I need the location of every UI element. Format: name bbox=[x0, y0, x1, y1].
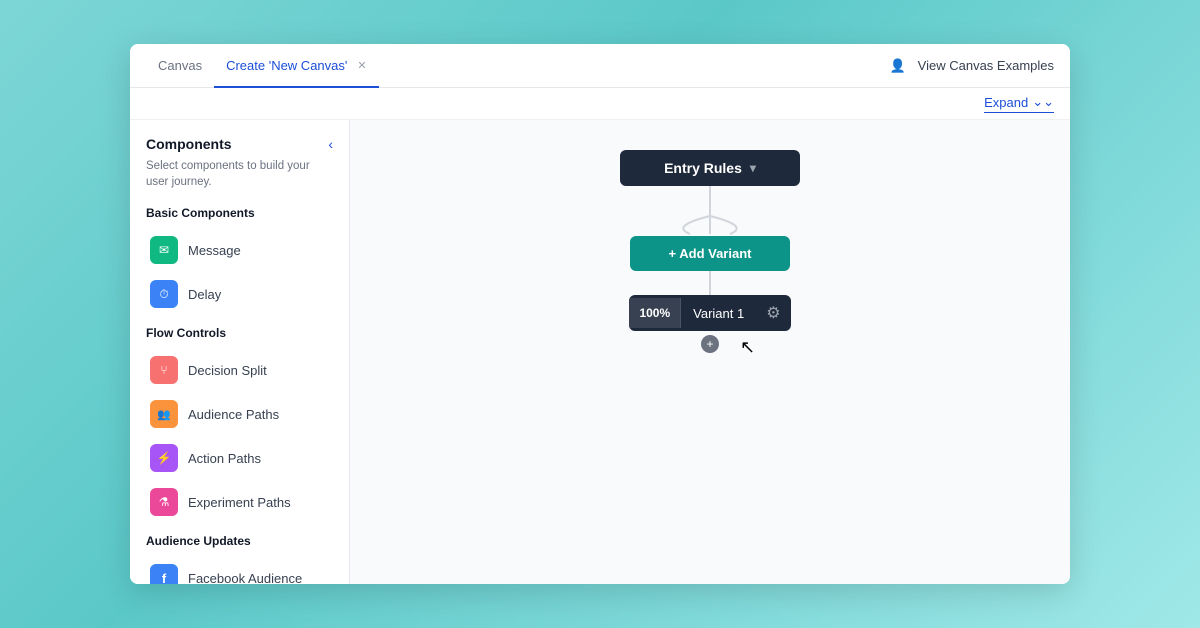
sidebar: Components ‹ Select components to build … bbox=[130, 120, 350, 584]
sidebar-description: Select components to build your user jou… bbox=[146, 158, 333, 190]
add-variant-button[interactable]: + Add Variant bbox=[630, 236, 790, 271]
tab-close-icon[interactable]: ✕ bbox=[357, 59, 366, 72]
expand-icon: ⌄⌄ bbox=[1032, 94, 1054, 110]
sidebar-header: Components ‹ bbox=[146, 136, 333, 152]
decision-split-label: Decision Split bbox=[188, 363, 267, 378]
sidebar-title: Components bbox=[146, 136, 232, 152]
fan-connector-svg bbox=[610, 206, 810, 236]
section-title-basic: Basic Components bbox=[146, 206, 333, 220]
experiment-paths-label: Experiment Paths bbox=[188, 495, 291, 510]
audience-paths-label: Audience Paths bbox=[188, 407, 279, 422]
section-title-flow: Flow Controls bbox=[146, 326, 333, 340]
audience-paths-icon: 👥 bbox=[150, 400, 178, 428]
variant-gear-icon[interactable]: ⚙ bbox=[756, 295, 790, 331]
action-paths-label: Action Paths bbox=[188, 451, 261, 466]
message-icon: ✉ bbox=[150, 236, 178, 264]
view-canvas-examples-link[interactable]: View Canvas Examples bbox=[918, 58, 1054, 73]
facebook-audience-label: Facebook Audience bbox=[188, 571, 302, 584]
main-content: Components ‹ Select components to build … bbox=[130, 120, 1070, 584]
user-icon: 👤 bbox=[889, 58, 905, 74]
canvas-area: Entry Rules ▾ + Add Variant bbox=[350, 120, 1070, 584]
add-variant-label: + Add Variant bbox=[669, 246, 752, 261]
sidebar-item-experiment-paths[interactable]: ⚗ Experiment Paths bbox=[146, 482, 333, 522]
sidebar-item-delay[interactable]: ⏱ Delay bbox=[146, 274, 333, 314]
tab-canvas[interactable]: Canvas bbox=[146, 45, 214, 88]
tab-canvas-label: Canvas bbox=[158, 58, 202, 73]
delay-icon: ⏱ bbox=[150, 280, 178, 308]
entry-rules-chevron-icon: ▾ bbox=[750, 161, 756, 175]
entry-rules-label: Entry Rules bbox=[664, 160, 742, 176]
tabs-container: Canvas Create 'New Canvas' ✕ bbox=[146, 44, 379, 87]
tab-bar: Canvas Create 'New Canvas' ✕ 👤 View Canv… bbox=[130, 44, 1070, 88]
sidebar-item-message[interactable]: ✉ Message bbox=[146, 230, 333, 270]
variant-add-step-button[interactable]: + bbox=[701, 335, 719, 353]
canvas-content: Entry Rules ▾ + Add Variant bbox=[610, 150, 810, 353]
tab-create-new-label: Create 'New Canvas' bbox=[226, 58, 347, 73]
decision-split-icon: ⑂ bbox=[150, 356, 178, 384]
action-paths-icon: ⚡ bbox=[150, 444, 178, 472]
expand-row: Expand ⌄⌄ bbox=[130, 88, 1070, 120]
message-label: Message bbox=[188, 243, 241, 258]
sidebar-item-audience-paths[interactable]: 👥 Audience Paths bbox=[146, 394, 333, 434]
variant-1-node[interactable]: 100% Variant 1 ⚙ bbox=[629, 295, 790, 331]
section-title-audience: Audience Updates bbox=[146, 534, 333, 548]
app-window: Canvas Create 'New Canvas' ✕ 👤 View Canv… bbox=[130, 44, 1070, 584]
entry-rules-node[interactable]: Entry Rules ▾ bbox=[620, 150, 800, 186]
experiment-paths-icon: ⚗ bbox=[150, 488, 178, 516]
expand-button[interactable]: Expand ⌄⌄ bbox=[984, 94, 1054, 113]
connector-line-mid bbox=[709, 271, 711, 295]
variant-percent: 100% bbox=[629, 298, 681, 328]
tab-right-actions: 👤 View Canvas Examples bbox=[889, 58, 1054, 74]
expand-label: Expand bbox=[984, 95, 1028, 110]
sidebar-collapse-button[interactable]: ‹ bbox=[328, 136, 333, 152]
connector-line-top bbox=[709, 186, 711, 206]
delay-label: Delay bbox=[188, 287, 221, 302]
variant-label: Variant 1 bbox=[681, 298, 756, 329]
tab-create-new[interactable]: Create 'New Canvas' ✕ bbox=[214, 45, 379, 88]
facebook-audience-icon: f bbox=[150, 564, 178, 584]
sidebar-item-action-paths[interactable]: ⚡ Action Paths bbox=[146, 438, 333, 478]
sidebar-item-decision-split[interactable]: ⑂ Decision Split bbox=[146, 350, 333, 390]
sidebar-item-facebook-audience[interactable]: f Facebook Audience bbox=[146, 558, 333, 584]
